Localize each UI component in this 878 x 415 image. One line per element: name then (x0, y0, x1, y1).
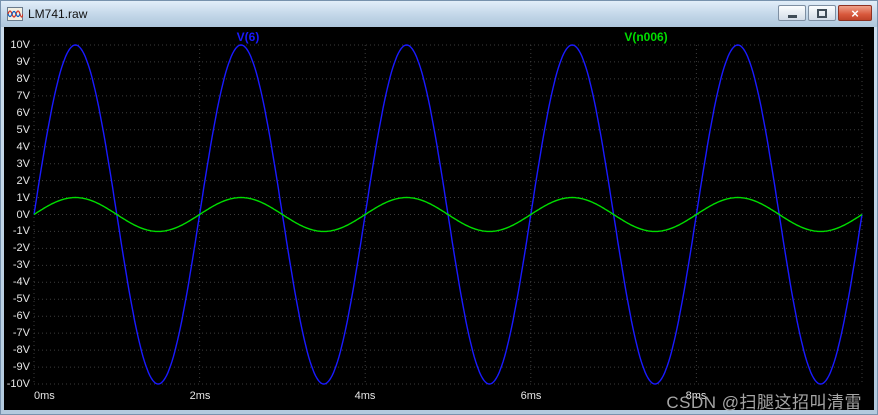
watermark: CSDN @扫腿这招叫清雷 (666, 393, 862, 412)
plot-area[interactable]: V(6) V(n006) 10V 9V 8V 7V 6V 5V 4V 3V 2V 1V 0V -1V -… (4, 27, 874, 412)
x-tick-label: 6ms (520, 390, 542, 402)
x-tick-label: 0ms (34, 390, 55, 402)
title-bar[interactable]: LM741.raw × (1, 1, 877, 27)
app-window: LM741.raw × V(6) V(n006) 10V 9V 8V 7V 6V 5V 4V… (0, 0, 878, 415)
x-tick-label: 4ms (354, 390, 376, 402)
close-button[interactable]: × (838, 5, 872, 21)
maximize-icon (817, 8, 827, 18)
window-title: LM741.raw (28, 7, 88, 21)
close-icon: × (851, 5, 859, 21)
minimize-icon (787, 15, 797, 18)
x-tick-label: 2ms (189, 390, 211, 402)
x-axis[interactable]: 0ms 2ms 4ms 6ms 8ms (4, 27, 874, 410)
maximize-button[interactable] (808, 5, 836, 21)
app-icon (7, 6, 23, 22)
window-controls: × (778, 5, 872, 21)
minimize-button[interactable] (778, 5, 806, 21)
